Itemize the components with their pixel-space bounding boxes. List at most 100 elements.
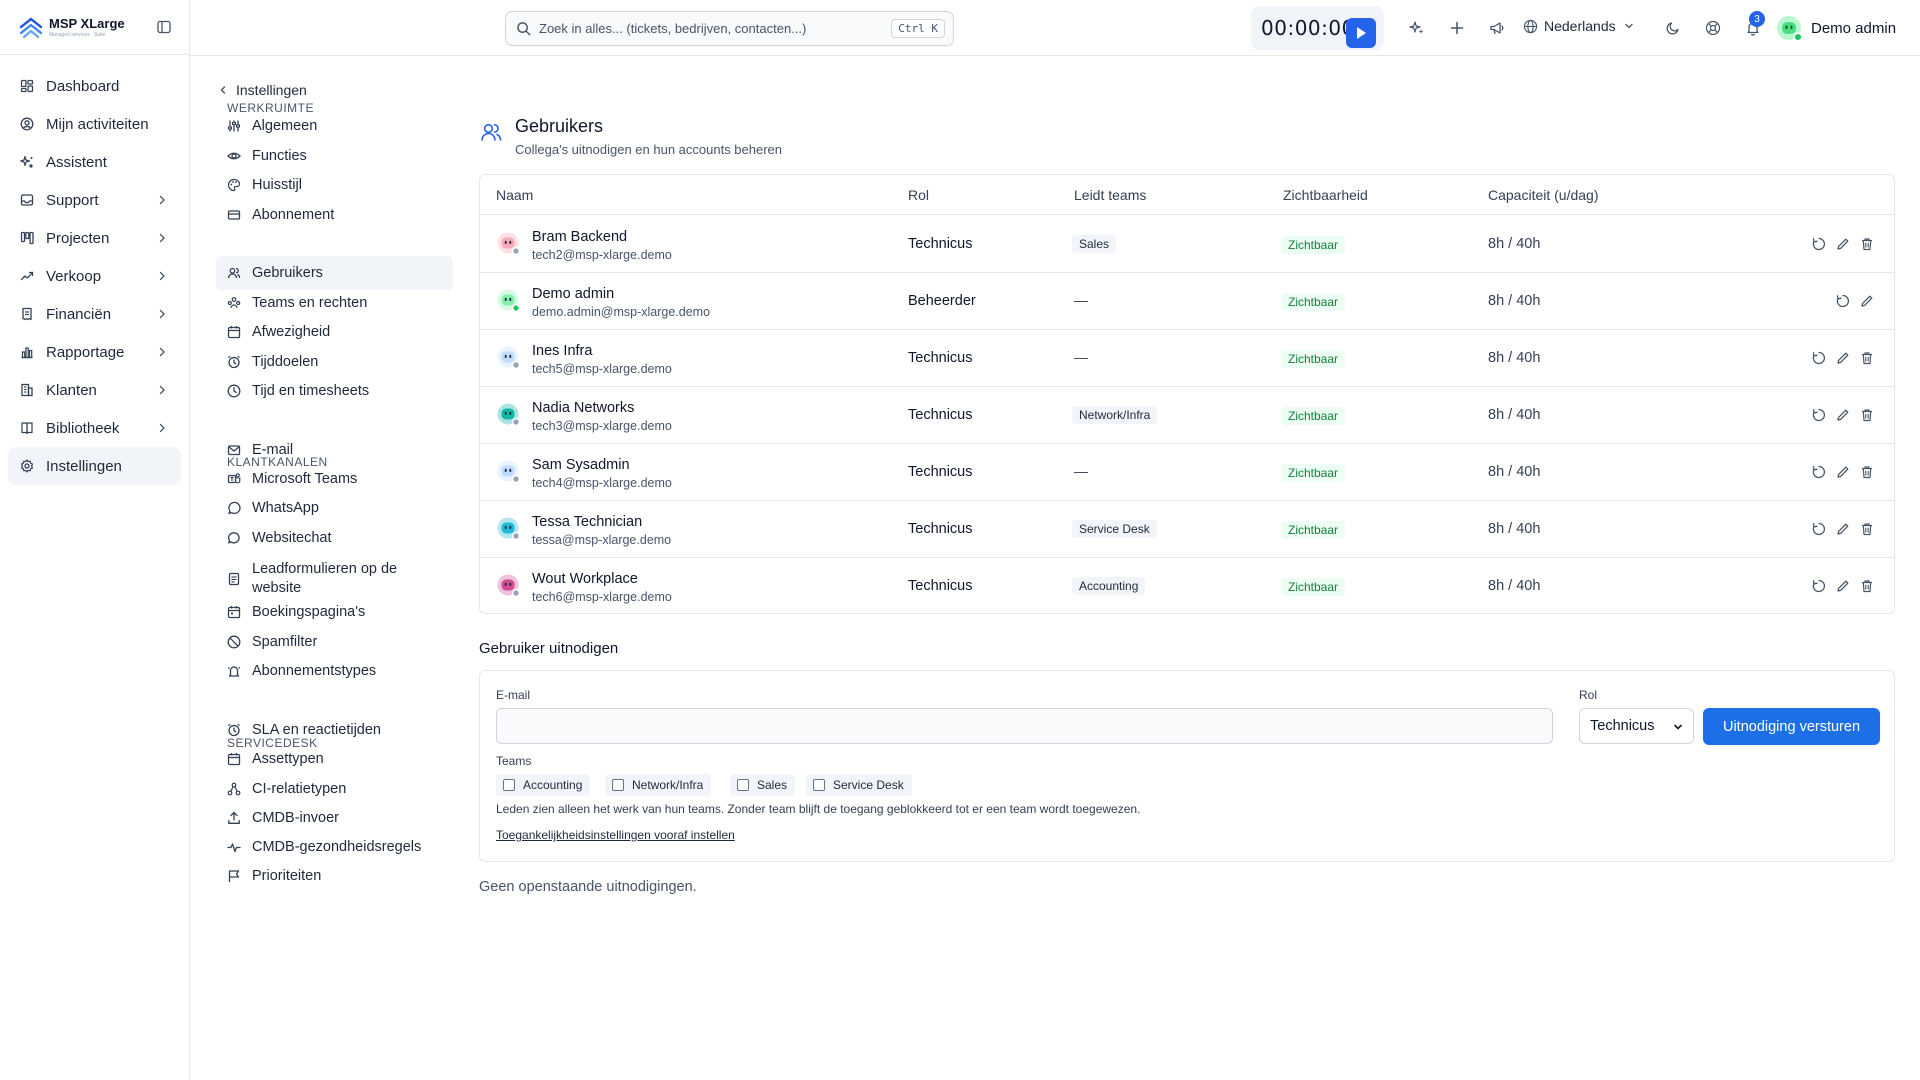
moon-icon[interactable] [1665,20,1681,36]
visibility-badge: Zichtbaar [1281,293,1346,311]
checkbox[interactable] [813,779,825,791]
checkbox[interactable] [737,779,749,791]
settings-item-label: Microsoft Teams [252,471,358,487]
functies-icon [227,152,241,160]
team-checkbox-service-desk[interactable]: Service Desk [806,774,912,796]
settings-item-websitechat[interactable]: Websitechat [216,521,453,555]
settings-item-label: E-mail [252,442,294,458]
col-capacity: Capaciteit (u/dag) [1488,187,1599,203]
nav-item-mijn-activiteiten[interactable]: Mijn activiteiten [8,105,181,143]
timer-play-button[interactable] [1346,18,1376,48]
settings-item-label: Spamfilter [252,634,318,650]
invite-form: E-mail Rol Technicus Uitnodiging verstur… [479,670,1895,862]
avatar [497,574,520,597]
boekingspagina-s-icon [227,606,241,619]
ai-sparkle-icon[interactable] [1409,20,1425,36]
user-role: Technicus [908,407,973,423]
nav-item-label: Financiën [46,305,112,323]
trash-icon[interactable] [1860,408,1874,422]
leadformulieren-op-de-website-icon [228,572,240,586]
reset-access-icon[interactable] [1812,351,1826,365]
settings-item-prioriteiten[interactable]: Prioriteiten [216,859,453,893]
settings-item-gebruikers[interactable]: Gebruikers [216,256,453,290]
settings-item-assettypen[interactable]: Assettypen [216,742,453,776]
send-invite-button[interactable]: Uitnodiging versturen [1703,708,1880,745]
trash-icon[interactable] [1860,522,1874,536]
team-badge: Accounting [1072,577,1146,595]
nav-item-projecten[interactable]: Projecten [8,219,181,257]
settings-item-algemeen[interactable]: Algemeen [216,109,453,143]
role-select-value: Technicus [1590,718,1655,734]
chevron-right-icon [159,423,165,433]
settings-item-label: CMDB-gezondheidsregels [252,839,422,855]
edit-icon[interactable] [1836,237,1850,251]
edit-icon[interactable] [1836,579,1850,593]
nav-item-label: Projecten [46,229,110,247]
users-table: Naam Rol Leidt teams Zichtbaarheid Capac… [479,174,1895,614]
help-lifebuoy-icon[interactable] [1705,20,1721,36]
nav-item-instellingen[interactable]: Instellingen [8,447,181,485]
settings-item-label: Tijd en timesheets [252,383,370,399]
checkbox[interactable] [612,779,624,791]
brand: MSP XLarge Managed services · Suite [0,0,189,55]
user-role: Technicus [908,236,973,252]
settings-item-abonnementstypes[interactable]: Abonnementstypes [216,654,453,688]
reset-access-icon[interactable] [1812,408,1826,422]
reset-access-icon[interactable] [1812,465,1826,479]
user-role: Technicus [908,350,973,366]
spamfilter-icon [227,635,241,649]
team-checkbox-sales[interactable]: Sales [730,774,796,796]
trash-icon[interactable] [1860,465,1874,479]
team-checkbox-label: Service Desk [833,778,904,792]
settings-item-afwezigheid[interactable]: Afwezigheid [216,315,453,349]
edit-icon[interactable] [1836,408,1850,422]
nav-item-klanten[interactable]: Klanten [8,371,181,409]
visibility-badge: Zichtbaar [1281,521,1346,539]
add-icon[interactable] [1449,20,1465,36]
edit-icon[interactable] [1860,294,1874,308]
nav-item-label: Support [46,191,99,209]
reset-access-icon[interactable] [1812,237,1826,251]
settings-item-label: Abonnementstypes [252,663,377,679]
edit-icon[interactable] [1836,351,1850,365]
cmdb-gezondheidsregels-icon [227,843,241,853]
trash-icon[interactable] [1860,351,1874,365]
edit-icon[interactable] [1836,465,1850,479]
visibility-badge: Zichtbaar [1281,407,1346,425]
trash-icon[interactable] [1860,237,1874,251]
global-search[interactable]: Zoek in alles... (tickets, bedrijven, co… [505,11,954,46]
settings-item-boekingspagina-s[interactable]: Boekingspagina's [216,595,453,629]
reset-access-icon[interactable] [1812,522,1826,536]
nav-item-financien[interactable]: Financiën [8,295,181,333]
nav-item-assistent[interactable]: Assistent [8,143,181,181]
team-checkbox-accounting[interactable]: Accounting [496,774,591,796]
nav-item-rapportage[interactable]: Rapportage [8,333,181,371]
sidebar-toggle-icon[interactable] [157,20,171,34]
reset-access-icon[interactable] [1836,294,1850,308]
settings-back-link[interactable]: Instellingen [218,82,307,98]
nav-item-support[interactable]: Support [8,181,181,219]
chevron-down-icon [1624,23,1633,29]
team-checkbox-network-infra[interactable]: Network/Infra [605,774,712,796]
user-role: Technicus [908,464,973,480]
role-select[interactable]: Technicus [1579,708,1694,744]
email-field[interactable] [496,708,1553,744]
capacity-value: 8h / 40h [1488,464,1541,480]
accessibility-settings-link[interactable]: Toegankelijkheidsinstellingen vooraf ins… [496,828,735,842]
user-menu[interactable]: Demo admin [1775,14,1896,42]
settings-item-huisstijl[interactable]: Huisstijl [216,168,453,202]
nav-item-verkoop[interactable]: Verkoop [8,257,181,295]
nav-item-bibliotheek[interactable]: Bibliotheek [8,409,181,447]
reset-access-icon[interactable] [1812,579,1826,593]
settings-item-whatsapp[interactable]: WhatsApp [216,491,453,525]
settings-item-tijd-en-timesheets[interactable]: Tijd en timesheets [216,374,453,408]
trash-icon[interactable] [1860,579,1874,593]
nav-item-dashboard[interactable]: Dashboard [8,67,181,105]
settings-item-abonnement[interactable]: Abonnement [216,198,453,232]
megaphone-icon[interactable] [1489,20,1505,36]
language-selector[interactable]: Nederlands [1523,18,1634,34]
checkbox[interactable] [503,779,515,791]
user-circle-icon [20,117,34,131]
edit-icon[interactable] [1836,522,1850,536]
user-email: tech4@msp-xlarge.demo [532,476,672,490]
